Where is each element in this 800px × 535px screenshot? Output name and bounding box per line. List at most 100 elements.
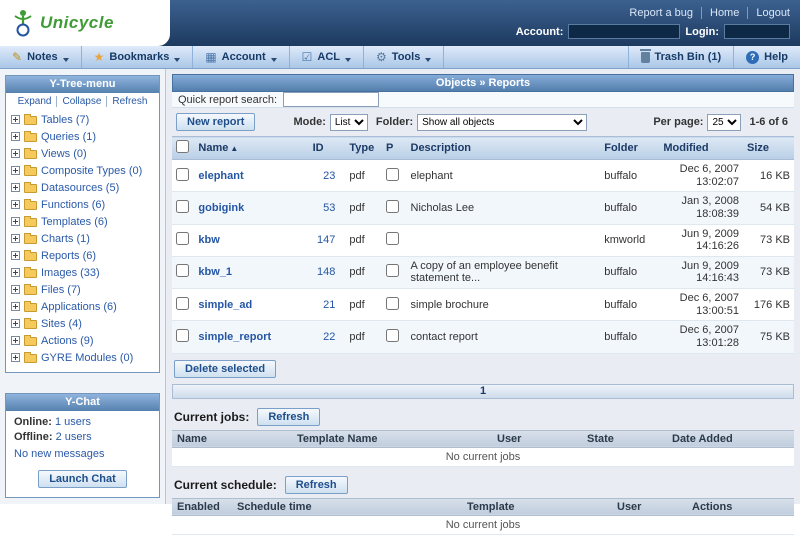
tree-item-views[interactable]: Views (0): [41, 148, 87, 160]
expand-icon[interactable]: [11, 217, 20, 226]
jobs-refresh-button[interactable]: Refresh: [257, 408, 320, 426]
tree-item-datasources[interactable]: Datasources (5): [41, 182, 119, 194]
p-checkbox[interactable]: [386, 297, 399, 310]
launch-chat-button[interactable]: Launch Chat: [38, 470, 127, 488]
menu-item-bookmarks[interactable]: ★ Bookmarks: [82, 46, 194, 68]
expand-icon[interactable]: [11, 319, 20, 328]
tree-item-charts[interactable]: Charts (1): [41, 233, 90, 245]
tree-item-functions[interactable]: Functions (6): [41, 199, 105, 211]
column-header-size[interactable]: Size: [743, 137, 794, 160]
modified-cell: Jan 3, 200818:08:39: [659, 192, 743, 224]
expand-icon[interactable]: [11, 336, 20, 345]
report-id-link[interactable]: 147: [317, 234, 335, 246]
folder-select[interactable]: Show all objects: [417, 114, 587, 131]
column-header-id[interactable]: ID: [309, 137, 346, 160]
page-number[interactable]: 1: [480, 385, 486, 397]
tree-item-gyre-modules[interactable]: GYRE Modules (0): [41, 352, 133, 364]
column-header-name[interactable]: Name▲: [194, 137, 308, 160]
expand-icon[interactable]: [11, 268, 20, 277]
expand-icon[interactable]: [11, 353, 20, 362]
modified-cell: Dec 6, 200713:00:51: [659, 289, 743, 321]
menu-item-notes[interactable]: ✎ Notes: [0, 46, 82, 68]
schedule-refresh-button[interactable]: Refresh: [285, 476, 348, 494]
p-checkbox[interactable]: [386, 168, 399, 181]
tree-expand-link[interactable]: Expand: [13, 96, 58, 107]
column-header-folder[interactable]: Folder: [600, 137, 659, 160]
tree-refresh-link[interactable]: Refresh: [107, 96, 152, 107]
row-checkbox[interactable]: [176, 264, 189, 277]
trash-bin-link[interactable]: Trash Bin (1): [628, 46, 734, 68]
tree-item-tables[interactable]: Tables (7): [41, 114, 89, 126]
per-page-select[interactable]: 25: [707, 114, 741, 131]
expand-icon[interactable]: [11, 166, 20, 175]
expand-icon[interactable]: [11, 115, 20, 124]
report-id-link[interactable]: 148: [317, 266, 335, 278]
delete-selected-button[interactable]: Delete selected: [174, 360, 276, 378]
expand-icon[interactable]: [11, 149, 20, 158]
login-input[interactable]: [724, 24, 790, 39]
p-checkbox[interactable]: [386, 232, 399, 245]
tree-item-images[interactable]: Images (33): [41, 267, 100, 279]
row-checkbox[interactable]: [176, 232, 189, 245]
tree-item-composite-types[interactable]: Composite Types (0): [41, 165, 142, 177]
report-id-link[interactable]: 53: [323, 202, 335, 214]
p-checkbox[interactable]: [386, 329, 399, 342]
quick-search-input[interactable]: [283, 92, 379, 107]
tree-item-actions[interactable]: Actions (9): [41, 335, 94, 347]
expand-icon[interactable]: [11, 234, 20, 243]
menu-item-acl[interactable]: ☑ ACL: [290, 46, 364, 68]
column-header-p[interactable]: P: [382, 137, 406, 160]
row-checkbox[interactable]: [176, 329, 189, 342]
tree-item-templates[interactable]: Templates (6): [41, 216, 108, 228]
expand-icon[interactable]: [11, 285, 20, 294]
report-name-link[interactable]: gobigink: [198, 202, 244, 214]
select-all-checkbox[interactable]: [176, 140, 189, 153]
modified-time: 13:00:51: [663, 305, 739, 318]
new-report-button[interactable]: New report: [176, 113, 255, 131]
report-a-bug-link[interactable]: Report a bug: [621, 7, 702, 19]
row-checkbox[interactable]: [176, 200, 189, 213]
current-schedule-title-row: Current schedule: Refresh: [172, 467, 794, 498]
column-header-modified[interactable]: Modified: [659, 137, 743, 160]
menu-item-tools[interactable]: ⚙ Tools: [364, 46, 444, 68]
report-id-link[interactable]: 22: [323, 331, 335, 343]
report-id-link[interactable]: 23: [323, 170, 335, 182]
row-checkbox[interactable]: [176, 168, 189, 181]
row-checkbox[interactable]: [176, 297, 189, 310]
tree-row: GYRE Modules (0): [11, 349, 155, 366]
expand-icon[interactable]: [11, 251, 20, 260]
tree-item-queries[interactable]: Queries (1): [41, 131, 96, 143]
help-link[interactable]: ? Help: [733, 46, 800, 68]
p-checkbox[interactable]: [386, 264, 399, 277]
folder-icon: [24, 167, 37, 176]
account-input[interactable]: [568, 24, 680, 39]
home-link[interactable]: Home: [702, 7, 748, 19]
expand-icon[interactable]: [11, 200, 20, 209]
logout-link[interactable]: Logout: [748, 7, 790, 19]
id-cell: 147: [309, 224, 346, 256]
column-header-description[interactable]: Description: [407, 137, 601, 160]
report-id-link[interactable]: 21: [323, 299, 335, 311]
logo[interactable]: Unicycle: [0, 0, 170, 46]
tree-item-files[interactable]: Files (7): [41, 284, 81, 296]
report-name-link[interactable]: simple_report: [198, 331, 271, 343]
tree-item-reports[interactable]: Reports (6): [41, 250, 96, 262]
expand-icon[interactable]: [11, 302, 20, 311]
select-cell: [172, 224, 194, 256]
logo-text: Unicycle: [40, 13, 114, 33]
tree-collapse-link[interactable]: Collapse: [57, 96, 107, 107]
expand-icon[interactable]: [11, 132, 20, 141]
mode-select[interactable]: List: [330, 114, 368, 131]
report-name-link[interactable]: simple_ad: [198, 299, 252, 311]
report-name-link[interactable]: elephant: [198, 170, 243, 182]
menu-item-account[interactable]: ▦ Account: [193, 46, 289, 68]
p-checkbox[interactable]: [386, 200, 399, 213]
modified-date: Dec 6, 2007: [663, 292, 739, 305]
report-name-link[interactable]: kbw_1: [198, 266, 232, 278]
tree-item-sites[interactable]: Sites (4): [41, 318, 82, 330]
column-header-type[interactable]: Type: [345, 137, 382, 160]
jobs-header-row: Name Template Name User State Date Added: [172, 430, 794, 447]
expand-icon[interactable]: [11, 183, 20, 192]
report-name-link[interactable]: kbw: [198, 234, 219, 246]
tree-item-applications[interactable]: Applications (6): [41, 301, 117, 313]
